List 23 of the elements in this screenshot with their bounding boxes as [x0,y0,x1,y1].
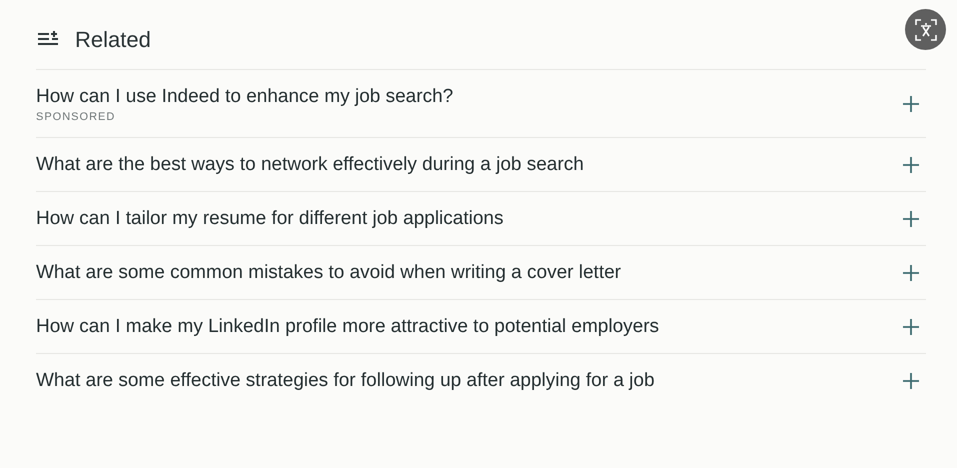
related-question-row[interactable]: How can I use Indeed to enhance my job search? SPONSORED [36,69,926,137]
related-question-row[interactable]: How can I tailor my resume for different job applications [36,191,926,245]
question-text: What are some common mistakes to avoid when writing a cover letter [36,260,622,284]
question-text: What are some effective strategies for following up after applying for a job [36,368,655,392]
question-text: How can I make my LinkedIn profile more attractive to potential employers [36,314,660,338]
plus-icon [902,156,920,174]
question-text: How can I tailor my resume for different job applications [36,206,504,230]
plus-icon [902,372,920,390]
plus-icon [902,94,920,112]
translate-button[interactable] [905,9,946,50]
related-question-row[interactable]: How can I make my LinkedIn profile more attractive to potential employers [36,299,926,353]
plus-icon [902,210,920,228]
section-title: Related [75,26,151,54]
question-text: What are the best ways to network effectively during a job search [36,152,584,176]
plus-icon [902,264,920,282]
sponsored-label: SPONSORED [36,110,116,124]
question-text: How can I use Indeed to enhance my job search? [36,84,454,108]
plus-icon [902,318,920,336]
list-add-icon [36,30,60,48]
related-question-row[interactable]: What are the best ways to network effectively during a job search [36,137,926,191]
related-question-row[interactable]: What are some common mistakes to avoid when writing a cover letter [36,245,926,299]
related-question-row[interactable]: What are some effective strategies for following up after applying for a job [36,353,926,407]
translate-icon [914,18,936,40]
